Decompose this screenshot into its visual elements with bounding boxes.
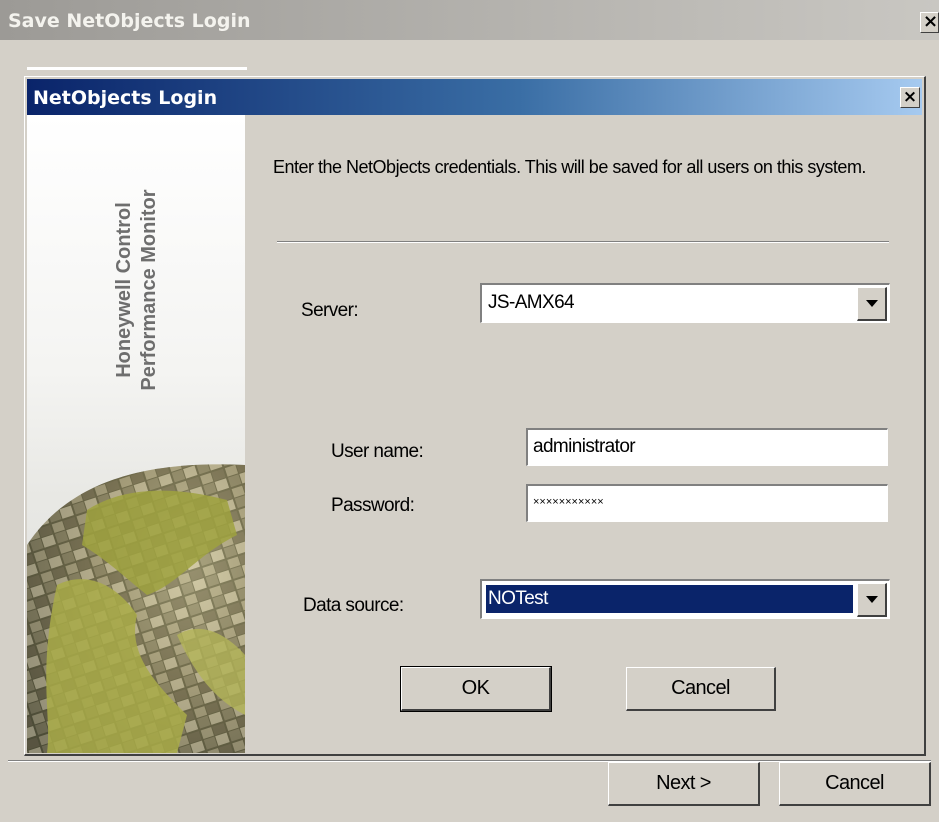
dialog-close-button[interactable]: × bbox=[900, 87, 920, 108]
dialog-title-bar: NetObjects Login × bbox=[27, 79, 922, 115]
separator bbox=[277, 241, 889, 243]
wizard-cancel-button[interactable]: Cancel bbox=[779, 762, 931, 806]
chevron-down-icon[interactable] bbox=[857, 583, 887, 617]
wizard-cancel-label: Cancel bbox=[825, 772, 884, 794]
intro-text: Enter the NetObjects credentials. This w… bbox=[273, 157, 866, 177]
outer-close-button[interactable]: × bbox=[920, 12, 939, 33]
globe-image bbox=[27, 464, 245, 753]
server-label: Server: bbox=[301, 300, 359, 321]
server-combobox[interactable]: JS-AMX64 bbox=[480, 283, 890, 323]
dialog-title: NetObjects Login bbox=[33, 87, 218, 109]
data-source-combobox[interactable]: NOTest bbox=[480, 579, 890, 619]
netobjects-login-dialog: NetObjects Login × Honeywell Control Per… bbox=[24, 76, 926, 756]
username-input[interactable]: administrator bbox=[526, 428, 888, 466]
ok-button-label: OK bbox=[461, 677, 490, 699]
close-icon: × bbox=[902, 87, 918, 107]
outer-tab-highlight bbox=[27, 67, 247, 70]
product-banner: Honeywell Control Performance Monitor bbox=[27, 115, 245, 753]
ok-button[interactable]: OK bbox=[400, 666, 552, 712]
dialog-cancel-button[interactable]: Cancel bbox=[626, 667, 776, 711]
server-value: JS-AMX64 bbox=[488, 292, 575, 313]
password-input[interactable]: ××××××××××× bbox=[526, 484, 888, 522]
data-source-label: Data source: bbox=[303, 595, 404, 616]
next-button-label: Next > bbox=[656, 772, 711, 794]
close-icon: × bbox=[923, 11, 939, 32]
dialog-cancel-label: Cancel bbox=[671, 677, 730, 699]
password-label: Password: bbox=[331, 495, 415, 516]
data-source-value: NOTest bbox=[486, 585, 853, 613]
outer-window-title: Save NetObjects Login bbox=[8, 10, 251, 32]
username-label: User name: bbox=[331, 441, 424, 462]
next-button[interactable]: Next > bbox=[608, 762, 760, 806]
outer-title-bar: Save NetObjects Login × bbox=[0, 0, 939, 40]
chevron-down-icon[interactable] bbox=[857, 287, 887, 321]
